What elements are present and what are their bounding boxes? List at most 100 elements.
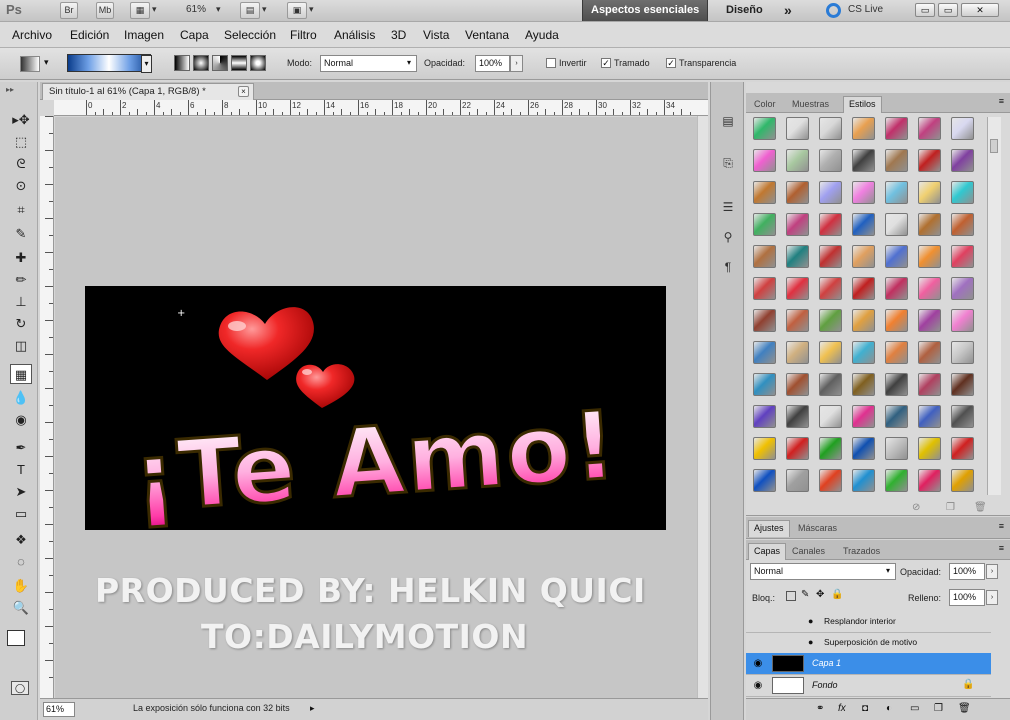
document-tab[interactable]: Sin título-1 al 61% (Capa 1, RGB/8) * × xyxy=(42,83,254,100)
3d-rotate-tool-icon[interactable]: ❖ xyxy=(10,530,32,550)
menu-3d[interactable]: 3D xyxy=(391,28,406,42)
visibility-eye-icon[interactable]: ◉ xyxy=(752,658,764,670)
mini-bridge-panel-icon[interactable]: ▤ xyxy=(718,112,738,130)
lasso-tool-icon[interactable]: ᘓ xyxy=(10,154,32,174)
blend-mode-select[interactable]: Normal xyxy=(750,563,896,580)
style-swatch[interactable] xyxy=(885,309,908,332)
view-extras-dropdown-icon[interactable]: ▾ xyxy=(152,4,157,15)
style-swatch[interactable] xyxy=(885,181,908,204)
history-brush-tool-icon[interactable]: ↻ xyxy=(10,314,32,334)
style-swatch[interactable] xyxy=(852,149,875,172)
style-swatch[interactable] xyxy=(786,405,809,428)
add-mask-icon[interactable]: ◘ xyxy=(862,703,868,714)
status-zoom-field[interactable]: 61% xyxy=(43,702,75,717)
tab-swatches[interactable]: Muestras xyxy=(786,96,835,113)
style-swatch[interactable] xyxy=(951,373,974,396)
style-swatch[interactable] xyxy=(951,437,974,460)
style-swatch[interactable] xyxy=(852,277,875,300)
style-swatch[interactable] xyxy=(819,437,842,460)
document-canvas[interactable]: + ¡Te Amo! xyxy=(85,286,666,530)
style-swatch[interactable] xyxy=(951,117,974,140)
style-swatch[interactable] xyxy=(951,277,974,300)
reflected-gradient-icon[interactable] xyxy=(231,55,247,71)
menu-edicion[interactable]: Edición xyxy=(70,28,109,42)
style-swatch[interactable] xyxy=(918,309,941,332)
clone-stamp-tool-icon[interactable]: ⊥ xyxy=(10,292,32,312)
gradient-picker[interactable] xyxy=(67,54,151,72)
style-swatch[interactable] xyxy=(852,341,875,364)
style-swatch[interactable] xyxy=(951,341,974,364)
style-swatch[interactable] xyxy=(753,117,776,140)
quick-mask-icon[interactable]: ◯ xyxy=(11,681,29,695)
new-layer-icon[interactable]: ❐ xyxy=(934,703,943,714)
style-swatch[interactable] xyxy=(852,469,875,492)
brush-presets-panel-icon[interactable]: ☰ xyxy=(718,198,738,216)
brush-tool-icon[interactable]: ✏ xyxy=(10,270,32,290)
clone-source-panel-icon[interactable]: ⚲ xyxy=(718,228,738,246)
workspace-design-button[interactable]: Diseño xyxy=(718,0,771,21)
menu-filtro[interactable]: Filtro xyxy=(290,28,317,42)
dither-checkbox[interactable]: ✓ xyxy=(601,58,611,68)
screen-mode-dropdown-icon[interactable]: ▾ xyxy=(309,4,314,15)
style-swatch[interactable] xyxy=(819,309,842,332)
style-swatch[interactable] xyxy=(918,277,941,300)
layer-opacity-slider-icon[interactable]: › xyxy=(986,564,998,579)
style-swatch[interactable] xyxy=(753,469,776,492)
new-group-icon[interactable]: ▭ xyxy=(910,703,919,714)
style-swatch[interactable] xyxy=(885,469,908,492)
style-swatch[interactable] xyxy=(885,277,908,300)
style-swatch[interactable] xyxy=(753,277,776,300)
style-swatch[interactable] xyxy=(753,309,776,332)
tool-preset-icon[interactable] xyxy=(20,56,40,72)
healing-tool-icon[interactable]: ✚ xyxy=(10,248,32,268)
fill-input[interactable]: 100% xyxy=(949,589,985,606)
transparency-checkbox[interactable]: ✓ xyxy=(666,58,676,68)
shape-tool-icon[interactable]: ▭ xyxy=(10,504,32,524)
style-swatch[interactable] xyxy=(786,373,809,396)
style-swatch[interactable] xyxy=(885,341,908,364)
fill-slider-icon[interactable]: › xyxy=(986,590,998,605)
style-swatch[interactable] xyxy=(918,341,941,364)
visibility-eye-icon[interactable]: ◉ xyxy=(752,680,764,692)
style-swatch[interactable] xyxy=(852,117,875,140)
layer-effect-row[interactable]: ● Superposición de motivo xyxy=(746,632,991,654)
menu-ayuda[interactable]: Ayuda xyxy=(525,28,559,42)
zoom-tool-icon[interactable]: 🔍 xyxy=(10,598,32,618)
style-swatch[interactable] xyxy=(885,245,908,268)
menu-capa[interactable]: Capa xyxy=(180,28,209,42)
style-swatch[interactable] xyxy=(951,469,974,492)
menu-imagen[interactable]: Imagen xyxy=(124,28,164,42)
invert-checkbox[interactable] xyxy=(546,58,556,68)
arrange-documents-button[interactable]: ▤ xyxy=(240,2,260,19)
gradient-tool-icon[interactable]: ▦ xyxy=(10,364,32,384)
style-swatch[interactable] xyxy=(819,117,842,140)
tool-preset-dropdown-icon[interactable]: ▾ xyxy=(44,57,49,68)
opacity-slider-icon[interactable]: › xyxy=(510,55,523,72)
bridge-button[interactable]: Br xyxy=(60,2,78,19)
style-swatch[interactable] xyxy=(852,245,875,268)
style-swatch[interactable] xyxy=(918,405,941,428)
lock-transparent-icon[interactable] xyxy=(786,591,796,601)
tab-paths[interactable]: Trazados xyxy=(837,543,886,560)
eraser-tool-icon[interactable]: ◫ xyxy=(10,336,32,356)
link-layers-icon[interactable]: ⚭ xyxy=(816,703,824,714)
linear-gradient-icon[interactable] xyxy=(174,55,190,71)
style-swatch[interactable] xyxy=(753,373,776,396)
style-swatch[interactable] xyxy=(786,149,809,172)
history-panel-icon[interactable]: ⎘ xyxy=(718,154,738,172)
style-swatch[interactable] xyxy=(753,149,776,172)
lock-all-icon[interactable]: 🔒 xyxy=(831,589,843,600)
new-style-icon[interactable]: ❐ xyxy=(946,502,955,513)
delete-style-icon[interactable]: 🗑 xyxy=(974,502,987,513)
adjustment-layer-icon[interactable]: ◐ xyxy=(886,703,892,714)
canvas-workspace[interactable]: + ¡Te Amo! PRODUCED BY: HELKIN QUICI TO:… xyxy=(55,117,708,698)
style-swatch[interactable] xyxy=(951,245,974,268)
radial-gradient-icon[interactable] xyxy=(193,55,209,71)
menu-analisis[interactable]: Análisis xyxy=(334,28,375,42)
style-swatch[interactable] xyxy=(786,181,809,204)
style-swatch[interactable] xyxy=(918,149,941,172)
style-swatch[interactable] xyxy=(786,469,809,492)
style-swatch[interactable] xyxy=(753,405,776,428)
diamond-gradient-icon[interactable] xyxy=(250,55,266,71)
style-swatch[interactable] xyxy=(786,341,809,364)
